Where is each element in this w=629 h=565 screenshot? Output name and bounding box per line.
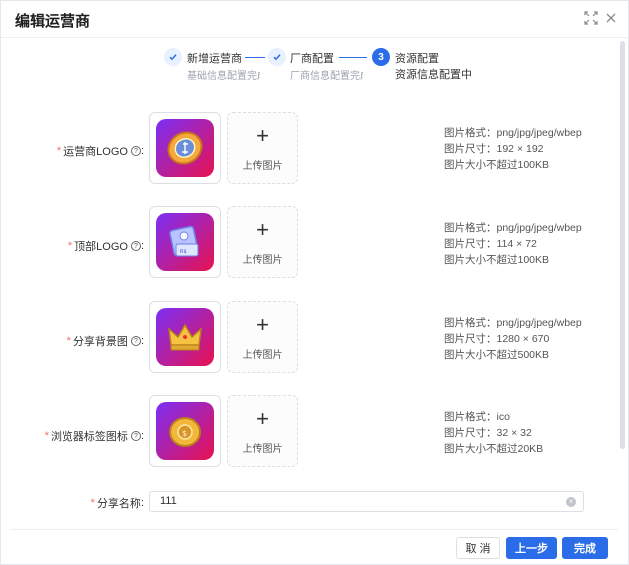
favicon-label: * 浏览器标签图标?: [44,430,144,443]
step-2-check-icon [268,48,286,66]
plus-icon: + [256,312,269,337]
gold-ring-icon: $ [156,402,214,460]
share-name-input[interactable]: 111 × [149,491,584,512]
step-1-check-icon [164,48,182,66]
operator-logo-thumbnail[interactable] [149,112,221,184]
footer-divider [11,529,618,530]
step-connector [245,57,265,58]
previous-step-button[interactable]: 上一步 [506,537,557,559]
help-icon: ? [130,241,141,251]
crown-icon [156,308,214,366]
fullscreen-icon[interactable] [584,11,598,25]
top-logo-label: * 顶部LOGO?: [67,240,144,253]
step-2-desc: 厂商信息配置完成 [290,71,363,82]
coin-logo-icon [156,119,214,177]
favicon-upload[interactable]: + 上传图片 [227,395,298,467]
plus-icon: + [256,217,269,242]
share-name-label: * 分享名称: [90,497,144,510]
finish-button[interactable]: 完成 [562,537,608,559]
plus-icon: + [256,406,269,431]
top-logo-hint: 图片格式：png/jpg/jpeg/wbep 图片尺寸：114 × 72 图片大小不… [444,222,582,266]
clear-icon[interactable]: × [566,497,576,507]
step-3-title: 资源配置 [395,53,439,65]
step-2-title: 厂商配置 [290,53,334,65]
share-bg-thumbnail[interactable] [149,301,221,373]
top-logo-thumbnail[interactable]: R$ [149,206,221,278]
help-icon: ? [130,431,141,441]
svg-text:$: $ [182,429,187,438]
share-bg-upload[interactable]: + 上传图片 [227,301,298,373]
close-icon[interactable] [604,11,618,25]
operator-logo-hint: 图片格式：png/jpg/jpeg/wbep 图片尺寸：192 × 192 图片大小… [444,127,582,171]
step-1-title: 新增运营商 [187,53,242,65]
plus-icon: + [256,123,269,148]
step-3-number: 3 [372,48,390,66]
svg-text:R$: R$ [180,249,187,255]
scrollbar[interactable] [620,41,625,449]
step-3-desc: 资源信息配置中 [395,69,472,81]
step-1-desc: 基础信息配置完成 [187,71,260,82]
dialog-title: 编辑运营商 [15,13,91,30]
top-logo-upload[interactable]: + 上传图片 [227,206,298,278]
operator-logo-label: * 运营商LOGO?: [56,145,144,158]
header-divider [1,37,628,38]
operator-logo-upload[interactable]: + 上传图片 [227,112,298,184]
cancel-button[interactable]: 取 消 [456,537,500,559]
help-icon: ? [130,146,141,156]
favicon-hint: 图片格式：ico 图片尺寸：32 × 32 图片大小不超过20KB [444,411,544,455]
step-connector [339,57,367,58]
help-icon: ? [130,336,141,346]
wallet-card-icon: R$ [156,213,214,271]
favicon-thumbnail[interactable]: $ [149,395,221,467]
share-bg-label: * 分享背景图?: [66,335,144,348]
share-bg-hint: 图片格式：png/jpg/jpeg/wbep 图片尺寸：1280 × 670 图片大… [444,317,582,361]
edit-operator-dialog: 编辑运营商 新增运营商 基础信息配置完成 厂商配置 厂商信息配置完成 3 资源配… [0,0,629,565]
